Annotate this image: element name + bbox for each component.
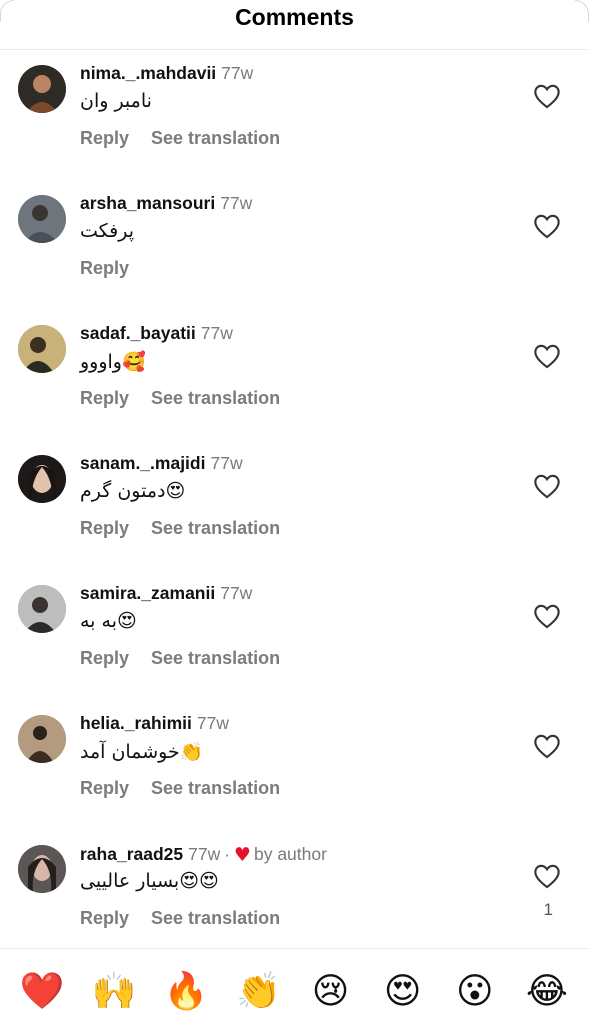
reply-button[interactable]: Reply xyxy=(80,258,129,278)
reply-button[interactable]: Reply xyxy=(80,518,129,538)
comment-actions: Reply See translation xyxy=(80,908,302,929)
see-translation-button[interactable]: See translation xyxy=(151,908,280,928)
comment-text: نامبر وان xyxy=(80,90,152,112)
avatar[interactable] xyxy=(18,585,66,633)
heart-outline-icon[interactable] xyxy=(533,473,561,499)
see-translation-button[interactable]: See translation xyxy=(151,648,280,668)
avatar[interactable] xyxy=(18,455,66,503)
comment-username[interactable]: raha_raad25 xyxy=(80,844,183,864)
comment-text: پرفکت xyxy=(80,220,135,242)
heart-outline-icon[interactable] xyxy=(533,733,561,759)
comment-text: خوشمان آمد👏 xyxy=(80,741,204,763)
comment-actions: Reply See translation xyxy=(80,518,302,539)
comment-meta: helia._rahimii 77w xyxy=(80,713,229,734)
like-count: 1 xyxy=(543,900,553,919)
see-translation-button[interactable]: See translation xyxy=(151,128,280,148)
heart-outline-icon[interactable] xyxy=(533,603,561,629)
comment-item: helia._rahimii 77w خوشمان آمد👏 Reply See t… xyxy=(0,700,589,830)
comment-item: sanam._.majidi 77w دمتون گرم😍 Reply See tr… xyxy=(0,440,589,570)
comment-time: 77w xyxy=(220,583,253,603)
comment-username[interactable]: sanam._.majidi xyxy=(80,453,205,473)
tears-of-joy-emoji[interactable]: 😂 xyxy=(517,960,577,1024)
see-translation-button[interactable]: See translation xyxy=(151,518,280,538)
surprised-face-emoji[interactable]: 😮 xyxy=(445,960,505,1024)
comment-item: nima._.mahdavii 77w نامبر وان Reply See tr… xyxy=(0,50,589,180)
page-title: Comments xyxy=(235,4,354,30)
reply-button[interactable]: Reply xyxy=(80,908,129,928)
avatar[interactable] xyxy=(18,845,66,893)
comment-item: raha_raad25 77w · ♥ by author بسیار عالییی😍😍… xyxy=(0,830,589,960)
comment-time: 77w xyxy=(200,323,233,343)
reply-button[interactable]: Reply xyxy=(80,648,129,668)
comment-time: 77w xyxy=(196,713,229,733)
reply-button[interactable]: Reply xyxy=(80,128,129,148)
heart-outline-icon[interactable] xyxy=(533,83,561,109)
red-heart-emoji[interactable]: ❤️ xyxy=(12,960,72,1024)
avatar[interactable] xyxy=(18,65,66,113)
separator-dot: · xyxy=(224,845,230,864)
comment-text: بسیار عالییی😍😍 xyxy=(80,870,219,892)
comment-username[interactable]: helia._rahimii xyxy=(80,713,192,733)
comment-item: sadaf._bayatii 77w واووو🥰 Reply See transl… xyxy=(0,310,589,440)
comment-text: واووو🥰 xyxy=(80,351,146,373)
comment-username[interactable]: sadaf._bayatii xyxy=(80,323,196,343)
heart-outline-icon[interactable] xyxy=(533,343,561,369)
heart-filled-icon: ♥ xyxy=(233,844,251,866)
comment-meta: samira._zamanii 77w xyxy=(80,583,252,604)
heart-outline-icon[interactable] xyxy=(533,863,561,889)
comment-actions: Reply xyxy=(80,258,151,279)
comment-text: دمتون گرم😍 xyxy=(80,480,186,502)
comment-time: 77w xyxy=(188,844,221,864)
avatar[interactable] xyxy=(18,325,66,373)
comment-username[interactable]: nima._.mahdavii xyxy=(80,63,216,83)
comment-item: arsha_mansouri 77w پرفکت Reply xyxy=(0,180,589,310)
heart-eyes-emoji[interactable]: 😍 xyxy=(373,960,433,1024)
comment-text: به به😍 xyxy=(80,610,137,632)
fire-emoji[interactable]: 🔥 xyxy=(156,960,216,1024)
comment-actions: Reply See translation xyxy=(80,128,302,149)
comment-actions: Reply See translation xyxy=(80,388,302,409)
comment-meta: sadaf._bayatii 77w xyxy=(80,323,233,344)
see-translation-button[interactable]: See translation xyxy=(151,778,280,798)
see-translation-button[interactable]: See translation xyxy=(151,388,280,408)
comment-meta: raha_raad25 77w · ♥ by author xyxy=(80,843,327,866)
avatar[interactable] xyxy=(18,195,66,243)
crying-face-emoji[interactable]: 😢 xyxy=(301,960,361,1024)
comment-meta: nima._.mahdavii 77w xyxy=(80,63,253,84)
comment-actions: Reply See translation xyxy=(80,648,302,669)
comment-actions: Reply See translation xyxy=(80,778,302,799)
reply-button[interactable]: Reply xyxy=(80,778,129,798)
comment-meta: sanam._.majidi 77w xyxy=(80,453,243,474)
comment-list: nima._.mahdavii 77w نامبر وان Reply See tr… xyxy=(0,50,589,960)
comment-username[interactable]: arsha_mansouri xyxy=(80,193,215,213)
quick-reactions-bar: ❤️ 🙌 🔥 👏 😢 😍 😮 😂 xyxy=(0,960,589,1024)
liked-by-author-label: by author xyxy=(253,844,327,864)
avatar[interactable] xyxy=(18,715,66,763)
raising-hands-emoji[interactable]: 🙌 xyxy=(84,960,144,1024)
comment-meta: arsha_mansouri 77w xyxy=(80,193,252,214)
comments-header: Comments xyxy=(0,0,589,50)
reply-button[interactable]: Reply xyxy=(80,388,129,408)
comment-item: samira._zamanii 77w به به😍 Reply See trans… xyxy=(0,570,589,700)
comment-time: 77w xyxy=(221,63,254,83)
reactions-divider xyxy=(0,948,589,949)
comment-time: 77w xyxy=(220,193,253,213)
heart-outline-icon[interactable] xyxy=(533,213,561,239)
comment-username[interactable]: samira._zamanii xyxy=(80,583,215,603)
clapping-hands-emoji[interactable]: 👏 xyxy=(228,960,288,1024)
comment-time: 77w xyxy=(210,453,243,473)
